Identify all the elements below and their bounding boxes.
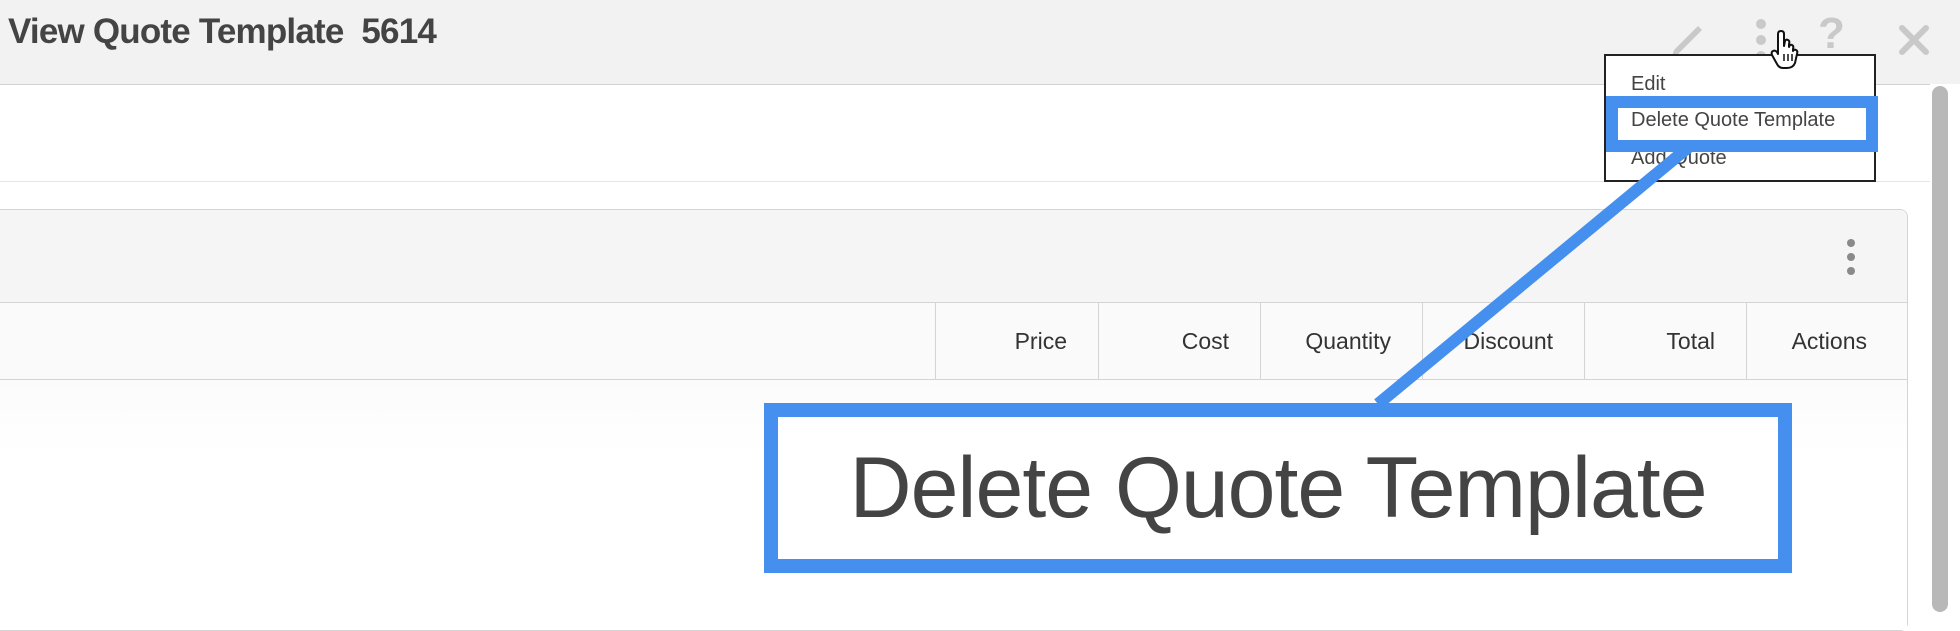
callout-label: Delete Quote Template (849, 440, 1707, 536)
column-header-total[interactable]: Total (1584, 303, 1746, 379)
column-header-quantity[interactable]: Quantity (1260, 303, 1422, 379)
highlight-box (1606, 96, 1878, 152)
scrollbar-thumb[interactable] (1932, 86, 1948, 612)
column-header-price[interactable]: Price (935, 303, 1098, 379)
column-header-cost[interactable]: Cost (1098, 303, 1260, 379)
close-icon[interactable] (1894, 20, 1934, 60)
help-icon[interactable]: ? (1818, 12, 1845, 56)
callout-zoom-box: Delete Quote Template (764, 403, 1792, 573)
panel-header (0, 210, 1907, 303)
more-vertical-icon[interactable] (1843, 238, 1859, 276)
column-header-actions: Actions (1746, 303, 1907, 379)
table-header-row: Price Cost Quantity Discount Total Actio… (0, 303, 1907, 380)
column-header-discount[interactable]: Discount (1422, 303, 1584, 379)
page-title: View Quote Template 5614 (8, 12, 437, 51)
hand-cursor-icon (1770, 30, 1799, 69)
